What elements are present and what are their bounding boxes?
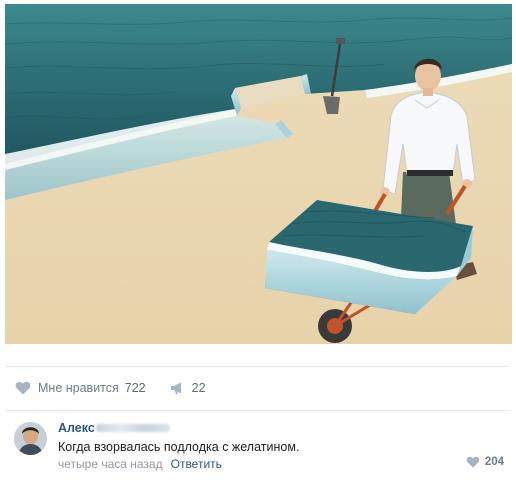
post-image[interactable] bbox=[5, 4, 512, 344]
heart-icon bbox=[466, 456, 480, 468]
like-label: Мне нравится bbox=[38, 381, 119, 395]
post-actions: Мне нравится 722 22 bbox=[15, 378, 206, 398]
like-count: 722 bbox=[124, 381, 146, 395]
like-button[interactable]: Мне нравится 722 bbox=[15, 381, 146, 395]
share-count: 22 bbox=[191, 381, 206, 395]
heart-icon bbox=[15, 381, 31, 395]
comment-like-button[interactable]: 204 bbox=[466, 456, 504, 468]
comment-text: Когда взорвалась подлодка с желатином. bbox=[58, 440, 300, 454]
divider-top bbox=[5, 366, 510, 367]
comment-like-count: 204 bbox=[484, 456, 504, 468]
avatar[interactable] bbox=[14, 422, 47, 455]
reply-button[interactable]: Ответить bbox=[171, 457, 222, 471]
comment: Алекс Когда взорвалась подлодка с желати… bbox=[14, 420, 508, 472]
comment-time[interactable]: четыре часа назад bbox=[58, 457, 163, 471]
author-name[interactable]: Алекс bbox=[58, 421, 95, 435]
share-button[interactable]: 22 bbox=[170, 381, 206, 395]
divider-bottom bbox=[5, 410, 510, 411]
megaphone-icon bbox=[170, 382, 181, 394]
comment-meta: четыре часа назад Ответить bbox=[58, 457, 222, 471]
author-redacted-blur bbox=[95, 424, 170, 432]
comment-author[interactable]: Алекс bbox=[58, 421, 170, 435]
